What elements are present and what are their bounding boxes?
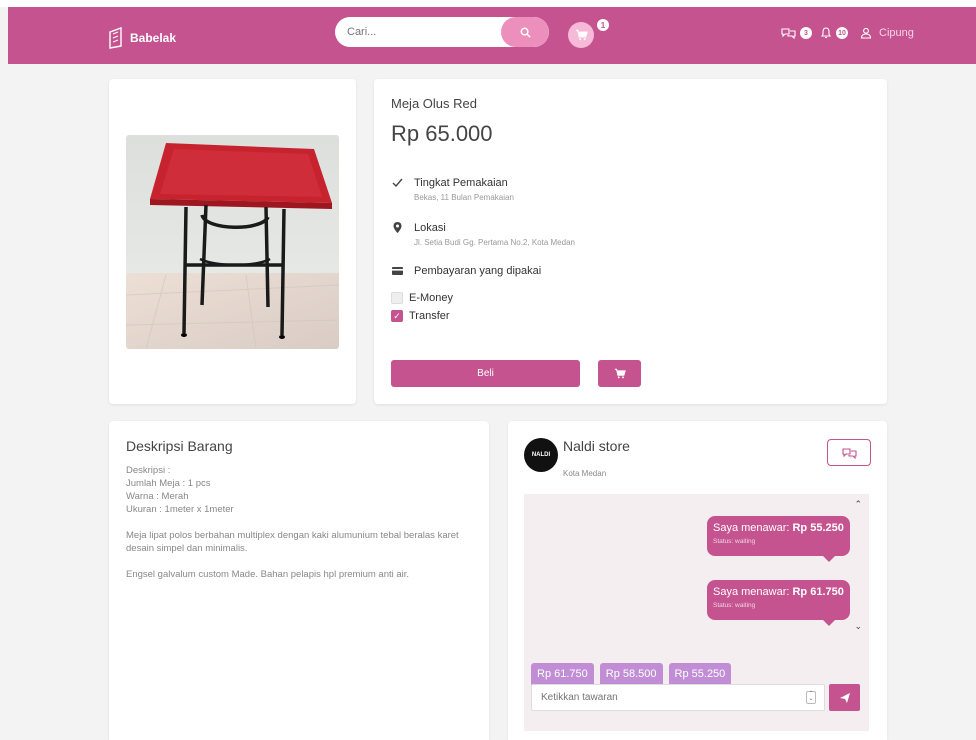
description-line: Deskripsi : bbox=[126, 465, 171, 476]
offer-message-amount: Rp 55.250 bbox=[792, 522, 844, 534]
user-icon[interactable] bbox=[860, 27, 872, 39]
transfer-label: Transfer bbox=[409, 310, 450, 322]
top-strip bbox=[0, 0, 976, 7]
chevron-down-icon[interactable]: ⌄ bbox=[854, 621, 862, 632]
description-title: Deskripsi Barang bbox=[126, 438, 233, 454]
emoney-label: E-Money bbox=[409, 292, 454, 304]
chat-count-badge: 3 bbox=[800, 27, 812, 39]
offer-input-wrap: ⌃⌄ bbox=[531, 684, 825, 711]
product-price: Rp 65.000 bbox=[391, 121, 493, 146]
condition-value: Bekas, 11 Bulan Pemakaian bbox=[414, 193, 514, 202]
location-row: Lokasi Jl. Setia Budi Gg. Pertama No.2, … bbox=[391, 221, 575, 247]
transfer-checkbox[interactable]: ✓ bbox=[391, 310, 403, 322]
description-paragraph: Engsel galvalum custom Made. Bahan pelap… bbox=[126, 569, 410, 580]
offer-message-status: Status: waiting bbox=[713, 538, 756, 545]
offer-message: Saya menawar: Rp 61.750 Status: waiting bbox=[707, 580, 850, 626]
user-name[interactable]: Cipung bbox=[879, 27, 914, 39]
offer-suggestion[interactable]: Rp 55.250 bbox=[668, 663, 732, 685]
description-line: Jumlah Meja : 1 pcs bbox=[126, 478, 211, 489]
offer-message: Saya menawar: Rp 55.250 Status: waiting bbox=[707, 516, 850, 562]
seller-card: NALDI Naldi store Kota Medan ⌃ Saya mena… bbox=[508, 421, 887, 740]
condition-row: Tingkat Pemakaian Bekas, 11 Bulan Pemaka… bbox=[391, 176, 514, 202]
payment-option-emoney[interactable]: E-Money bbox=[391, 292, 453, 304]
chat-seller-button[interactable] bbox=[827, 439, 871, 466]
offer-message-status: Status: waiting bbox=[713, 602, 756, 609]
location-label: Lokasi bbox=[414, 222, 446, 234]
notification-count-badge: 10 bbox=[836, 27, 848, 39]
buy-button[interactable]: Beli bbox=[391, 360, 580, 387]
cart-icon bbox=[575, 29, 588, 41]
product-image[interactable] bbox=[126, 135, 339, 349]
nav-cart-button[interactable] bbox=[568, 22, 594, 48]
description-card: Deskripsi Barang Deskripsi : Jumlah Meja… bbox=[109, 421, 489, 740]
send-icon bbox=[839, 692, 850, 703]
send-offer-button[interactable] bbox=[829, 684, 860, 711]
product-image-card bbox=[109, 79, 356, 404]
cart-count-badge: 1 bbox=[597, 19, 609, 31]
offer-message-prefix: Saya menawar: bbox=[713, 586, 793, 598]
description-line: Warna : Merah bbox=[126, 491, 189, 502]
search-icon bbox=[520, 27, 531, 38]
description-body: Deskripsi : Jumlah Meja : 1 pcs Warna : … bbox=[126, 464, 476, 581]
chat-icon bbox=[841, 447, 857, 459]
search-button[interactable] bbox=[501, 17, 549, 47]
payment-row: Pembayaran yang dipakai bbox=[391, 264, 541, 278]
chat-icon[interactable] bbox=[781, 27, 796, 39]
chat-area[interactable]: ⌃ Saya menawar: Rp 55.250 Status: waitin… bbox=[524, 494, 869, 731]
offer-suggestions: Rp 61.750 Rp 58.500 Rp 55.250 bbox=[531, 663, 732, 685]
store-city: Kota Medan bbox=[563, 469, 607, 478]
offer-input[interactable] bbox=[532, 685, 792, 710]
brand-name: Babelak bbox=[130, 31, 177, 45]
offer-message-amount: Rp 61.750 bbox=[792, 586, 844, 598]
offer-suggestion[interactable]: Rp 61.750 bbox=[531, 663, 594, 685]
search-box bbox=[335, 17, 549, 47]
location-value: Jl. Setia Budi Gg. Pertama No.2, Kota Me… bbox=[414, 238, 575, 247]
credit-card-icon bbox=[392, 267, 403, 275]
description-paragraph: Meja lipat polos berbahan multiplex deng… bbox=[126, 530, 459, 554]
search-input[interactable] bbox=[335, 17, 505, 47]
offer-message-prefix: Saya menawar: bbox=[713, 522, 793, 534]
location-pin-icon bbox=[393, 222, 402, 233]
cart-icon bbox=[614, 368, 626, 379]
bell-icon[interactable] bbox=[820, 27, 832, 39]
condition-label: Tingkat Pemakaian bbox=[414, 177, 508, 189]
description-line: Ukuran : 1meter x 1meter bbox=[126, 504, 234, 515]
navbar: Babelak 1 3 10 bbox=[8, 7, 976, 64]
add-to-cart-button[interactable] bbox=[598, 360, 641, 387]
store-name[interactable]: Naldi store bbox=[563, 438, 630, 454]
product-info-card: Meja Olus Red Rp 65.000 Tingkat Pemakaia… bbox=[374, 79, 887, 404]
payment-option-transfer[interactable]: ✓ Transfer bbox=[391, 310, 450, 322]
product-title: Meja Olus Red bbox=[391, 96, 477, 111]
check-icon bbox=[392, 178, 403, 188]
payment-label: Pembayaran yang dipakai bbox=[414, 265, 542, 277]
chevron-up-icon[interactable]: ⌃ bbox=[854, 499, 862, 510]
number-spinner[interactable]: ⌃ ⌄ bbox=[806, 691, 816, 704]
avatar[interactable]: NALDI bbox=[524, 438, 558, 472]
brand[interactable]: Babelak bbox=[108, 26, 176, 50]
emoney-checkbox[interactable] bbox=[391, 292, 403, 304]
nav-right: 3 10 Cipung bbox=[781, 27, 914, 39]
offer-suggestion[interactable]: Rp 58.500 bbox=[599, 663, 663, 685]
building-logo-icon bbox=[109, 27, 122, 49]
